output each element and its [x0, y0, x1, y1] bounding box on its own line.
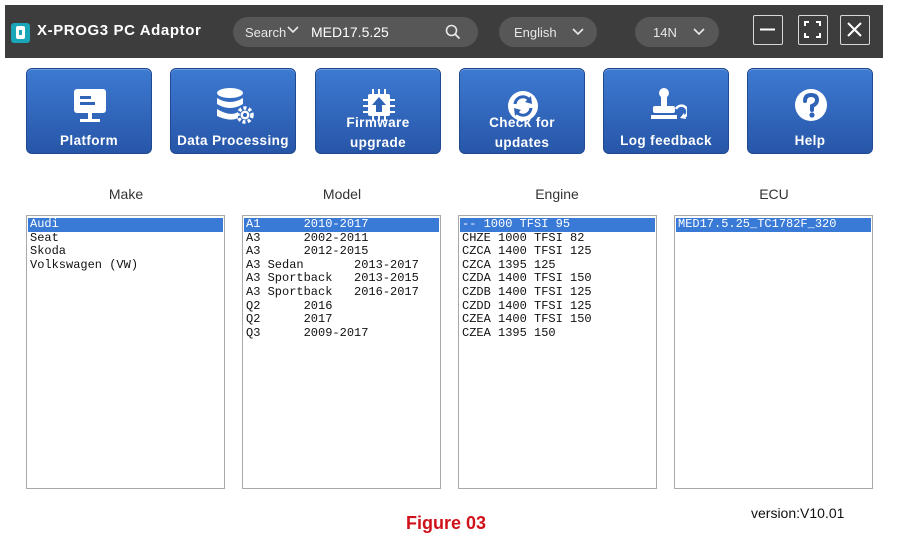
log-feedback-button[interactable]: Log feedback [603, 68, 729, 154]
ecu-list[interactable]: MED17.5.25_TC1782F_320 [674, 215, 873, 489]
make-list[interactable]: Audi Seat Skoda Volkswagen (VW) [26, 215, 225, 489]
version-label: version:V10.01 [751, 505, 845, 521]
minimize-icon [760, 28, 775, 31]
region-dropdown[interactable]: 14N [635, 17, 719, 47]
tile-label: Data Processing [177, 133, 289, 148]
list-item[interactable]: A3 Sportback 2016-2017 [244, 285, 439, 300]
figure-caption: Figure 03 [406, 513, 487, 533]
stamp-icon [651, 88, 687, 119]
region-value: 14N [653, 25, 677, 40]
language-dropdown[interactable]: English [499, 17, 597, 47]
platform-button[interactable]: Platform [26, 68, 152, 154]
engine-header: Engine [535, 186, 579, 202]
search-mode-label[interactable]: Search [245, 25, 286, 40]
list-item[interactable]: MED17.5.25_TC1782F_320 [676, 217, 871, 232]
list-item[interactable]: CZCA 1395 125 [460, 258, 655, 273]
fullscreen-button[interactable] [798, 15, 828, 45]
list-item[interactable]: CHZE 1000 TFSI 82 [460, 231, 655, 246]
list-item[interactable]: CZDD 1400 TFSI 125 [460, 299, 655, 314]
search-input[interactable] [311, 22, 431, 42]
tile-label: Platform [60, 133, 118, 148]
language-value: English [514, 25, 557, 40]
chevron-down-icon [572, 28, 584, 36]
close-icon [847, 22, 862, 37]
list-item[interactable]: CZDB 1400 TFSI 125 [460, 285, 655, 300]
data-processing-button[interactable]: Data Processing [170, 68, 296, 154]
check-for-updates-button[interactable]: Check for updates [459, 68, 585, 154]
list-item[interactable]: A3 2002-2011 [244, 231, 439, 246]
monitor-icon [74, 89, 106, 122]
list-item[interactable]: A1 2010-2017 [244, 217, 439, 232]
minimize-button[interactable] [753, 15, 783, 45]
tile-label: Help [794, 133, 826, 148]
firmware-upgrade-button[interactable]: Firmware upgrade [315, 68, 441, 154]
fullscreen-icon [804, 21, 821, 38]
model-list[interactable]: A1 2010-2017 A3 2002-2011 A3 2012-2015 A… [242, 215, 441, 489]
list-item[interactable]: -- 1000 TFSI 95 [460, 217, 655, 232]
help-button[interactable]: Help [747, 68, 873, 154]
make-header: Make [108, 186, 144, 202]
list-item[interactable]: CZCA 1400 TFSI 125 [460, 245, 655, 259]
list-item[interactable]: Skoda [28, 245, 223, 259]
chevron-down-icon[interactable] [287, 26, 299, 34]
app-logo-icon [11, 23, 30, 43]
list-item[interactable]: Seat [28, 231, 223, 246]
list-item[interactable]: Audi [28, 217, 223, 232]
tile-label: Firmware upgrade [316, 113, 440, 153]
list-item[interactable]: A3 2012-2015 [244, 245, 439, 259]
close-button[interactable] [840, 15, 870, 45]
ecu-header: ECU [759, 186, 789, 202]
app-title: X-PROG3 PC Adaptor [37, 22, 202, 39]
list-item[interactable]: A3 Sedan 2013-2017 [244, 258, 439, 273]
list-item[interactable]: Q2 2017 [244, 313, 439, 327]
model-header: Model [322, 186, 362, 202]
list-item[interactable]: CZEA 1400 TFSI 150 [460, 313, 655, 327]
engine-list[interactable]: -- 1000 TFSI 95 CHZE 1000 TFSI 82 CZCA 1… [458, 215, 657, 489]
question-icon [795, 89, 827, 121]
search-box[interactable]: Search [233, 17, 478, 47]
list-item[interactable]: A3 Sportback 2013-2015 [244, 272, 439, 286]
tile-label-text: Check for updates [489, 115, 555, 150]
tile-label: Check for updates [460, 113, 584, 153]
list-item[interactable]: Volkswagen (VW) [28, 258, 223, 273]
list-item[interactable]: CZDA 1400 TFSI 150 [460, 272, 655, 286]
database-gear-icon [217, 88, 254, 124]
search-icon[interactable] [445, 24, 461, 40]
tile-label: Log feedback [620, 133, 712, 148]
title-bar: X-PROG3 PC Adaptor Search English 14N [5, 5, 883, 58]
tile-label-text: Firmware upgrade [346, 115, 410, 150]
list-item[interactable]: Q3 2009-2017 [244, 326, 439, 341]
list-item[interactable]: Q2 2016 [244, 299, 439, 314]
chevron-down-icon [693, 28, 705, 36]
list-item[interactable]: CZEA 1395 150 [460, 326, 655, 341]
